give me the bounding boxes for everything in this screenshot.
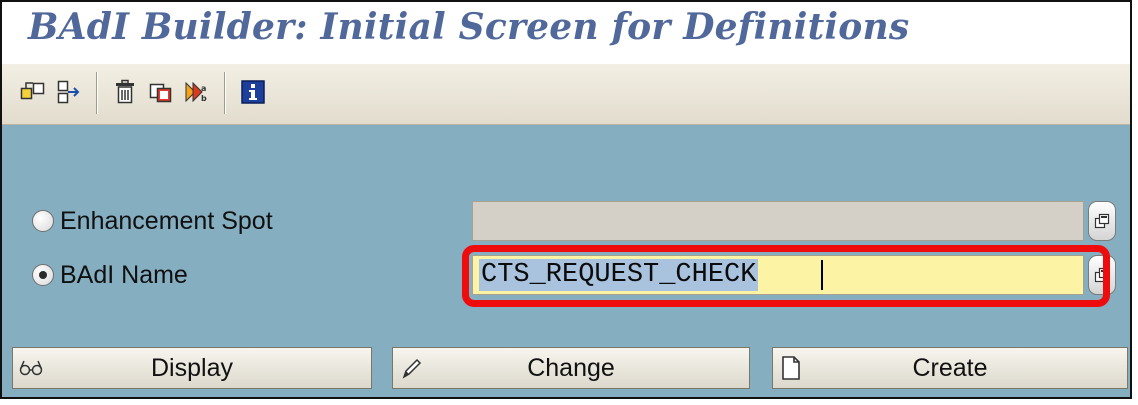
badi-name-row: BAdI Name: [32, 255, 188, 295]
enhancement-spot-row: Enhancement Spot: [32, 201, 273, 241]
enhancement-spot-value-help-button[interactable]: [1088, 201, 1116, 241]
sap-window: BAdI Builder: Initial Screen for Definit…: [0, 0, 1132, 399]
change-button[interactable]: Change: [392, 347, 750, 389]
enhancement-spot-label: Enhancement Spot: [60, 206, 273, 235]
badi-name-label: BAdI Name: [60, 260, 188, 289]
selection-area: Enhancement Spot BAdI Name CTS_REQUEST_C…: [2, 125, 1130, 397]
application-toolbar: a b: [2, 64, 1130, 125]
create-label: Create: [912, 353, 988, 382]
svg-text:a: a: [201, 84, 206, 93]
toolbar-separator: [224, 72, 226, 114]
enhancement-spot-radio[interactable]: [32, 210, 54, 232]
display-label: Display: [151, 353, 233, 382]
create-button[interactable]: Create: [772, 347, 1128, 389]
glasses-icon: [17, 354, 45, 382]
rename-icon[interactable]: a b: [182, 77, 212, 107]
value-help-icon: [1094, 213, 1110, 229]
copy-icon[interactable]: [146, 77, 176, 107]
where-used-icon[interactable]: [54, 77, 84, 107]
enhancement-spot-field[interactable]: [472, 201, 1084, 241]
svg-text:b: b: [201, 94, 207, 103]
delete-icon[interactable]: [110, 77, 140, 107]
screen-title: BAdI Builder: Initial Screen for Definit…: [28, 6, 910, 48]
other-object-icon[interactable]: [18, 77, 48, 107]
display-button[interactable]: Display: [12, 347, 372, 389]
title-bar: BAdI Builder: Initial Screen for Definit…: [2, 2, 1130, 64]
badi-name-radio[interactable]: [32, 264, 54, 286]
information-icon[interactable]: [238, 77, 268, 107]
new-document-icon: [777, 354, 805, 382]
red-highlight-box: [462, 245, 1110, 307]
change-label: Change: [527, 353, 615, 382]
toolbar-separator: [96, 72, 98, 114]
pencil-icon: [397, 354, 425, 382]
